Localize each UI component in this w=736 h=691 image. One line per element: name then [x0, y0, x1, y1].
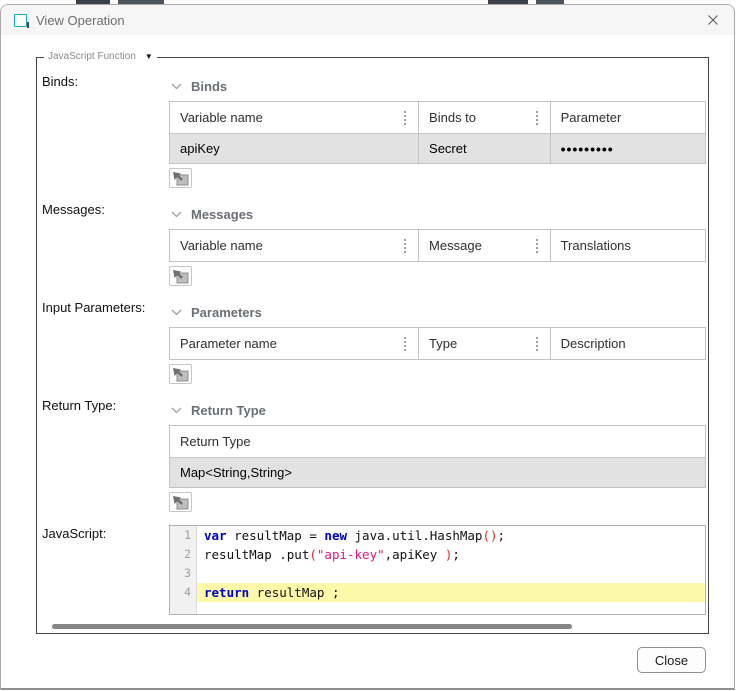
pick-arrow-icon — [172, 269, 189, 284]
column-header[interactable]: Variable name — [170, 230, 419, 261]
code-line: 1var resultMap = new java.util.HashMap()… — [170, 526, 705, 545]
column-header[interactable]: Return Type — [170, 426, 705, 457]
column-header[interactable]: Description — [551, 328, 705, 359]
binds-table-action-button[interactable] — [169, 168, 192, 188]
section-messages: Messages: Messages Variable name Message T… — [41, 198, 708, 296]
line-number: 2 — [170, 545, 197, 564]
line-number: 4 — [170, 583, 197, 602]
column-header-label: Variable name — [180, 238, 263, 253]
column-header-label: Type — [429, 336, 457, 351]
column-menu-icon[interactable] — [404, 239, 406, 253]
column-header[interactable]: Parameter — [551, 102, 705, 133]
code-text[interactable]: var resultMap = new java.util.HashMap(); — [197, 526, 705, 545]
table-cell: ••••••••• — [551, 133, 705, 163]
chevron-down-icon — [171, 309, 182, 316]
column-header-label: Translations — [561, 238, 631, 253]
close-button[interactable]: Close — [637, 647, 706, 673]
chevron-down-icon — [171, 407, 182, 414]
panel-legend[interactable]: JavaScript Function ▼ — [44, 50, 157, 63]
messages-table-action-button[interactable] — [169, 266, 192, 286]
column-header-label: Binds to — [429, 110, 476, 125]
return-type-section-header[interactable]: Return Type — [169, 394, 706, 425]
parameters-table-action-button[interactable] — [169, 364, 192, 384]
column-menu-icon[interactable] — [536, 337, 538, 351]
binds-table: Variable name Binds to Parameter apiKeySecr… — [169, 101, 706, 164]
close-icon[interactable] — [702, 9, 724, 31]
column-header[interactable]: Translations — [551, 230, 705, 261]
return-type-table-action-button[interactable] — [169, 492, 192, 512]
binds-section-header[interactable]: Binds — [169, 70, 706, 101]
line-number: 1 — [170, 526, 197, 545]
table-header-row: Parameter name Type Description — [170, 328, 705, 359]
section-return-type: Return Type: Return Type Return Type Map<… — [41, 394, 708, 522]
column-header[interactable]: Binds to — [419, 102, 551, 133]
pick-arrow-icon — [172, 495, 189, 510]
parameters-section-title: Parameters — [191, 305, 262, 320]
javascript-code-editor[interactable]: 1var resultMap = new java.util.HashMap()… — [169, 525, 706, 615]
return-type-table: Return Type Map<String,String> — [169, 425, 706, 488]
column-menu-icon[interactable] — [404, 337, 406, 351]
view-operation-dialog: View Operation JavaScript Function ▼ Bin… — [0, 4, 735, 690]
code-line: 3 — [170, 564, 705, 583]
section-binds: Binds: Binds Variable name Binds to Parame… — [41, 70, 708, 198]
horizontal-scrollbar[interactable] — [42, 622, 703, 630]
code-text[interactable]: return resultMap ; — [197, 583, 705, 602]
column-header[interactable]: Variable name — [170, 102, 419, 133]
caret-down-icon: ▼ — [145, 50, 153, 63]
table-row[interactable]: Map<String,String> — [170, 457, 705, 487]
section-parameters: Input Parameters: Parameters Parameter n… — [41, 296, 708, 394]
column-menu-icon[interactable] — [404, 111, 406, 125]
column-menu-icon[interactable] — [536, 239, 538, 253]
table-cell: Secret — [419, 133, 551, 163]
table-row[interactable]: apiKeySecret••••••••• — [170, 133, 705, 163]
chevron-down-icon — [171, 83, 182, 90]
dialog-title: View Operation — [36, 13, 702, 28]
column-header[interactable]: Message — [419, 230, 551, 261]
messages-section-title: Messages — [191, 207, 253, 222]
parameters-table: Parameter name Type Description — [169, 327, 706, 360]
column-menu-icon[interactable] — [536, 111, 538, 125]
binds-row-label: Binds: — [41, 70, 169, 89]
parameters-row-label: Input Parameters: — [41, 296, 169, 315]
table-header-row: Variable name Binds to Parameter — [170, 102, 705, 133]
column-header-label: Parameter name — [180, 336, 277, 351]
return-type-section-title: Return Type — [191, 403, 266, 418]
table-cell: Map<String,String> — [170, 457, 705, 487]
messages-section-header[interactable]: Messages — [169, 198, 706, 229]
line-number: 3 — [170, 564, 197, 583]
column-header-label: Return Type — [180, 434, 251, 449]
table-cell: apiKey — [170, 133, 419, 163]
pick-arrow-icon — [172, 367, 189, 382]
table-header-row: Return Type — [170, 426, 705, 457]
messages-row-label: Messages: — [41, 198, 169, 217]
scrollbar-thumb[interactable] — [52, 624, 572, 629]
javascript-function-panel: JavaScript Function ▼ Binds: Binds Varia… — [36, 57, 709, 634]
code-line: 2resultMap .put("api-key",apiKey ); — [170, 545, 705, 564]
code-text[interactable]: resultMap .put("api-key",apiKey ); — [197, 545, 705, 564]
binds-section-title: Binds — [191, 79, 227, 94]
column-header-label: Parameter — [561, 110, 622, 125]
chevron-down-icon — [171, 211, 182, 218]
column-header[interactable]: Type — [419, 328, 551, 359]
column-header-label: Variable name — [180, 110, 263, 125]
dialog-titlebar[interactable]: View Operation — [1, 5, 734, 35]
parameters-section-header[interactable]: Parameters — [169, 296, 706, 327]
messages-table: Variable name Message Translations — [169, 229, 706, 262]
column-header-label: Message — [429, 238, 482, 253]
javascript-row-label: JavaScript: — [41, 522, 169, 541]
return-type-row-label: Return Type: — [41, 394, 169, 413]
column-header[interactable]: Parameter name — [170, 328, 419, 359]
section-javascript: JavaScript: 1var resultMap = new java.ut… — [41, 522, 708, 615]
panel-legend-label: JavaScript Function — [48, 50, 136, 63]
code-text[interactable] — [197, 564, 705, 583]
table-header-row: Variable name Message Translations — [170, 230, 705, 261]
window-icon — [14, 14, 27, 27]
code-line: 4return resultMap ; — [170, 583, 705, 602]
pick-arrow-icon — [172, 171, 189, 186]
column-header-label: Description — [561, 336, 626, 351]
